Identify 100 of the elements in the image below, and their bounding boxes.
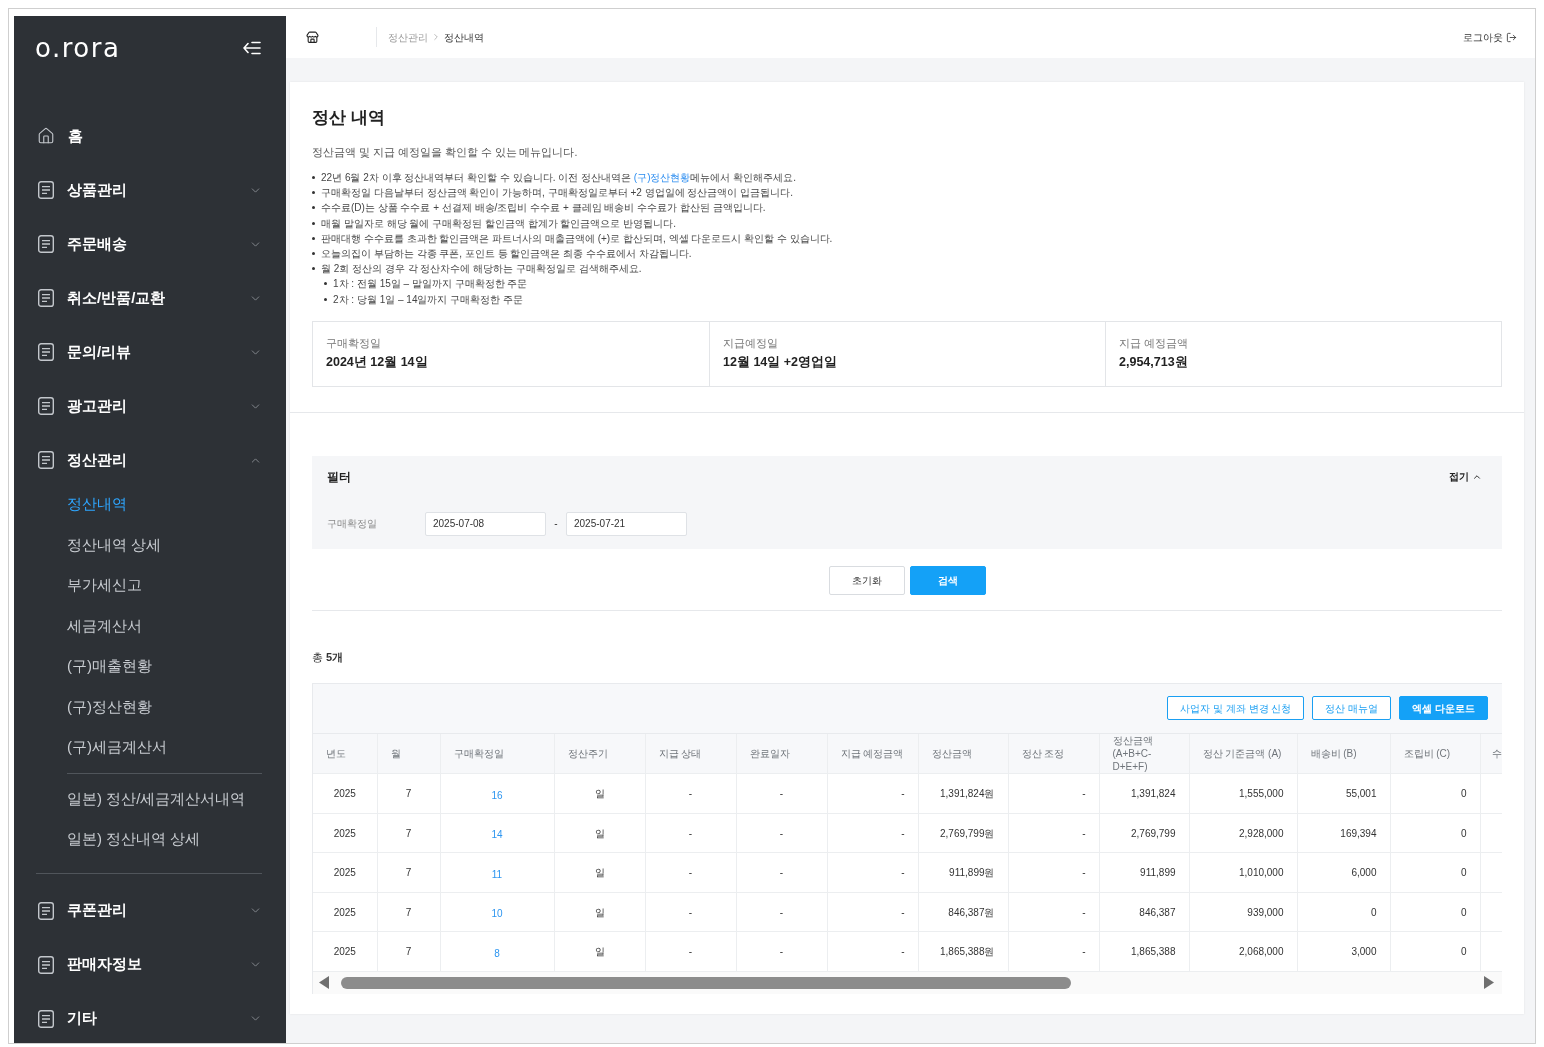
scrollbar-thumb[interactable] bbox=[341, 976, 1071, 989]
logo: o.rora bbox=[35, 33, 121, 63]
table-cell: 169,394 bbox=[1297, 813, 1390, 853]
table-cell: 2,928,000 bbox=[1189, 813, 1297, 853]
menu-item[interactable]: 기타 bbox=[14, 991, 286, 1043]
home-icon bbox=[37, 127, 55, 145]
menu-item[interactable]: 쿠폰관리 bbox=[14, 883, 286, 938]
menu-item[interactable]: 정산관리 bbox=[14, 433, 286, 487]
note-text: 구매확정일 다음날부터 정산금액 확인이 가능하며, 구매확정일로부터 +2 영업일에 정산금액이 입금됩니다. bbox=[321, 186, 793, 201]
menu-item[interactable]: 광고관리 bbox=[14, 379, 286, 433]
page-description: 정산금액 및 지급 예정일을 확인할 수 있는 메뉴입니다. bbox=[312, 145, 579, 160]
bullet-icon bbox=[312, 221, 315, 225]
collapse-menu-icon bbox=[243, 41, 261, 55]
table-cell: - bbox=[736, 852, 827, 893]
summary-label: 지급예정일 bbox=[723, 335, 779, 351]
table-cell: 7 bbox=[377, 852, 440, 893]
column-header: 구매확정일 bbox=[440, 733, 554, 774]
logout-button[interactable]: 로그아웃 bbox=[1463, 29, 1517, 45]
logout-icon bbox=[1506, 31, 1517, 43]
column-header: 정산금액 bbox=[918, 733, 1008, 774]
summary-value: 2,954,713원 bbox=[1119, 353, 1189, 371]
note-text: 22년 6월 2차 이후 정산내역부터 확인할 수 있습니다. 이전 정산내역은 (구)정산현황메뉴에서 확인해주세요. bbox=[321, 171, 797, 185]
table-cell: - bbox=[1008, 773, 1099, 814]
table-cell: - bbox=[1008, 852, 1099, 893]
menu-item[interactable]: 문의/리뷰 bbox=[14, 325, 286, 379]
submenu-item[interactable]: (구)매출현황 bbox=[14, 646, 286, 687]
total-count: 총 5개 bbox=[312, 649, 345, 665]
note-text: 오늘의집이 부담하는 각종 쿠폰, 포인트 등 할인금액은 최종 수수료에서 차감됩니다. bbox=[321, 247, 692, 261]
table-cell: - bbox=[645, 931, 736, 972]
table-cell: 2025 bbox=[313, 892, 377, 932]
table-cell: - bbox=[827, 892, 918, 932]
document-icon bbox=[38, 181, 54, 199]
table-cell: - bbox=[827, 931, 918, 972]
breadcrumb-link[interactable]: 정산내역 bbox=[444, 29, 484, 45]
table-cell: - bbox=[736, 773, 827, 814]
bullet-icon bbox=[324, 282, 327, 286]
table-cell: 6,000 bbox=[1297, 852, 1390, 893]
document-icon bbox=[38, 235, 54, 253]
menu-link[interactable]: (구)정산현황 bbox=[633, 172, 691, 183]
table-cell: 846,387 bbox=[1099, 892, 1189, 932]
table-cell: 1,010,000 bbox=[1189, 852, 1297, 893]
column-header: 조립비 (C) bbox=[1390, 733, 1480, 774]
table-cell: 939,000 bbox=[1189, 892, 1297, 932]
page-title: 정산 내역 bbox=[312, 108, 386, 128]
table-cell: 일 bbox=[554, 892, 645, 932]
table-cell: - bbox=[736, 931, 827, 972]
table-cell: - bbox=[1008, 892, 1099, 932]
table-cell: 0 bbox=[1390, 892, 1480, 932]
bullet-icon bbox=[312, 176, 315, 179]
column-header: 완료일자 bbox=[736, 733, 827, 774]
note-text: 매월 말일자로 해당 월에 구매확정된 할인금액 합계가 할인금액으로 반영됩니다. bbox=[321, 216, 676, 231]
table-cell: - bbox=[645, 813, 736, 853]
column-header: 정산주기 bbox=[554, 733, 645, 774]
menu-item[interactable]: 홈 bbox=[14, 109, 286, 163]
submenu-item[interactable]: 일본) 정산내역 상세 bbox=[14, 819, 286, 860]
submenu-item[interactable]: 세금계산서 bbox=[14, 605, 286, 646]
table-cell: 7 bbox=[377, 892, 440, 932]
date-field[interactable]: 2025-07-08 bbox=[425, 511, 546, 536]
submenu-item[interactable]: (구)정산현황 bbox=[14, 686, 286, 727]
table-cell: - bbox=[736, 813, 827, 853]
note-text: 판매대행 수수료를 초과한 할인금액은 파트너사의 매출금액에 (+)로 합산되며, 엑셀 다운로드시 확인할 수 있습니다. bbox=[321, 231, 833, 246]
collapse-sidebar-button[interactable] bbox=[243, 41, 261, 55]
date-field[interactable]: 2025-07-21 bbox=[566, 511, 687, 536]
bullet-icon bbox=[312, 267, 315, 271]
table-cell: 7 bbox=[377, 931, 440, 972]
scroll-right-icon[interactable] bbox=[1484, 976, 1494, 990]
table-cell: - bbox=[827, 773, 918, 814]
submenu-item[interactable]: (구)세금계산서 bbox=[14, 727, 286, 768]
document-icon bbox=[38, 901, 54, 920]
table-cell: 2025 bbox=[313, 773, 377, 814]
menu-item[interactable]: 상품관리 bbox=[14, 163, 286, 217]
bullet-icon bbox=[324, 297, 327, 301]
document-icon bbox=[38, 289, 54, 307]
document-icon bbox=[38, 343, 54, 361]
table-cell: 911,899원 bbox=[918, 852, 1008, 893]
table-cell: - bbox=[827, 852, 918, 893]
document-icon bbox=[38, 451, 54, 469]
submenu-item[interactable]: 정산내역 bbox=[14, 484, 286, 525]
collapse-button[interactable]: 접기 bbox=[1449, 469, 1482, 485]
table-cell: 55,001 bbox=[1297, 773, 1390, 814]
table-cell: 0 bbox=[1390, 813, 1480, 853]
column-header: 월 bbox=[377, 733, 440, 774]
column-header: 배송비 (B) bbox=[1297, 733, 1390, 774]
submenu-item[interactable]: 부가세신고 bbox=[14, 565, 286, 606]
menu-item[interactable]: 주문배송 bbox=[14, 217, 286, 271]
table-cell: - bbox=[1008, 931, 1099, 972]
scroll-left-icon[interactable] bbox=[319, 976, 329, 990]
submenu-item[interactable]: 정산내역 상세 bbox=[14, 524, 286, 565]
menu-item[interactable]: 판매자정보 bbox=[14, 937, 286, 992]
document-icon bbox=[38, 1009, 54, 1028]
menu-item[interactable]: 취소/반품/교환 bbox=[14, 271, 286, 325]
table-cell: 1,865,388원 bbox=[918, 931, 1008, 972]
table-cell: 1,391,824원 bbox=[918, 773, 1008, 814]
note-text: 2차 : 당월 1일 – 14일까지 구매확정한 주문 bbox=[333, 292, 524, 307]
document-icon bbox=[38, 397, 54, 415]
submenu-item[interactable]: 일본) 정산/세금계산서내역 bbox=[14, 778, 286, 819]
table-cell: - bbox=[645, 773, 736, 814]
bullet-icon bbox=[312, 206, 315, 210]
bullet-icon bbox=[312, 252, 315, 255]
reset-button[interactable]: 초기화 bbox=[828, 565, 905, 595]
